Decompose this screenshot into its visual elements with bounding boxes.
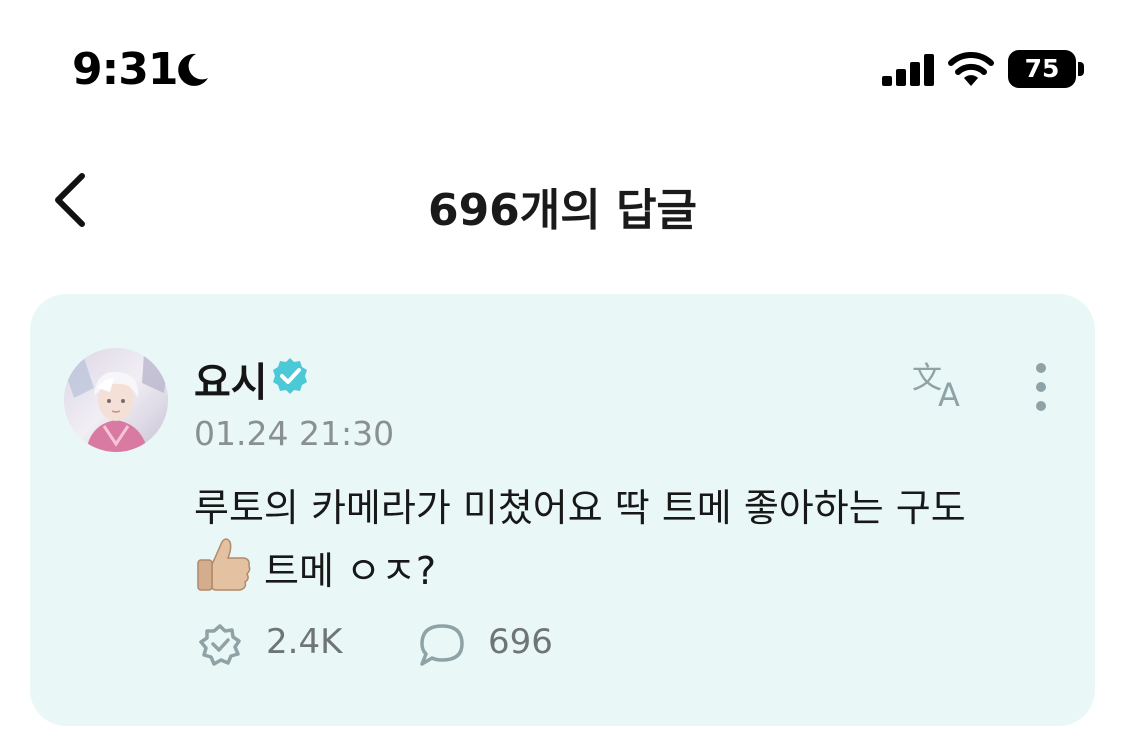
post-content-line2-text: 트메 ㅇㅈ?	[264, 549, 437, 593]
battery-indicator: 75	[1008, 50, 1084, 88]
post-actions: 2.4K 696	[194, 620, 794, 670]
status-bar: 9:31 75	[0, 0, 1125, 140]
heart-badge-icon	[199, 624, 241, 666]
comment-bubble-icon	[420, 624, 464, 666]
post-content-line2: 트메 ㅇㅈ?	[194, 536, 1074, 599]
svg-text:A: A	[938, 376, 960, 410]
likes-count: 2.4K	[266, 622, 343, 662]
wifi-icon	[948, 52, 994, 86]
comment-button[interactable]: 696	[416, 620, 576, 670]
post-content: 루토의 카메라가 미쳤어요 딱 트메 좋아하는 구도 트메 ㅇㅈ?	[194, 480, 1074, 599]
verified-badge-icon	[273, 358, 307, 394]
more-vertical-icon[interactable]	[1026, 360, 1056, 414]
battery-cap	[1078, 62, 1084, 76]
comments-count: 696	[488, 622, 553, 662]
like-button[interactable]: 2.4K	[194, 620, 384, 670]
moon-icon	[178, 53, 208, 86]
cellular-signal-icon	[882, 54, 934, 86]
avatar[interactable]	[64, 348, 168, 452]
navigation-header: 696개의 답글	[0, 150, 1125, 250]
thumbs-up-icon	[197, 538, 251, 591]
page-title: 696개의 답글	[427, 185, 698, 236]
author-name[interactable]: 요시	[194, 350, 268, 408]
post-timestamp: 01.24 21:30	[194, 414, 395, 453]
post-content-line1: 루토의 카메라가 미쳤어요 딱 트메 좋아하는 구도	[194, 486, 966, 530]
avatar-image	[64, 348, 168, 452]
translate-icon[interactable]: 文 A	[910, 358, 974, 410]
post-card[interactable]: 요시 01.24 21:30 文 A 루토의 카메라가 미쳤어요 딱 트메 좋아…	[30, 294, 1095, 726]
battery-level: 75	[1008, 50, 1076, 88]
status-time: 9:31	[72, 44, 178, 95]
